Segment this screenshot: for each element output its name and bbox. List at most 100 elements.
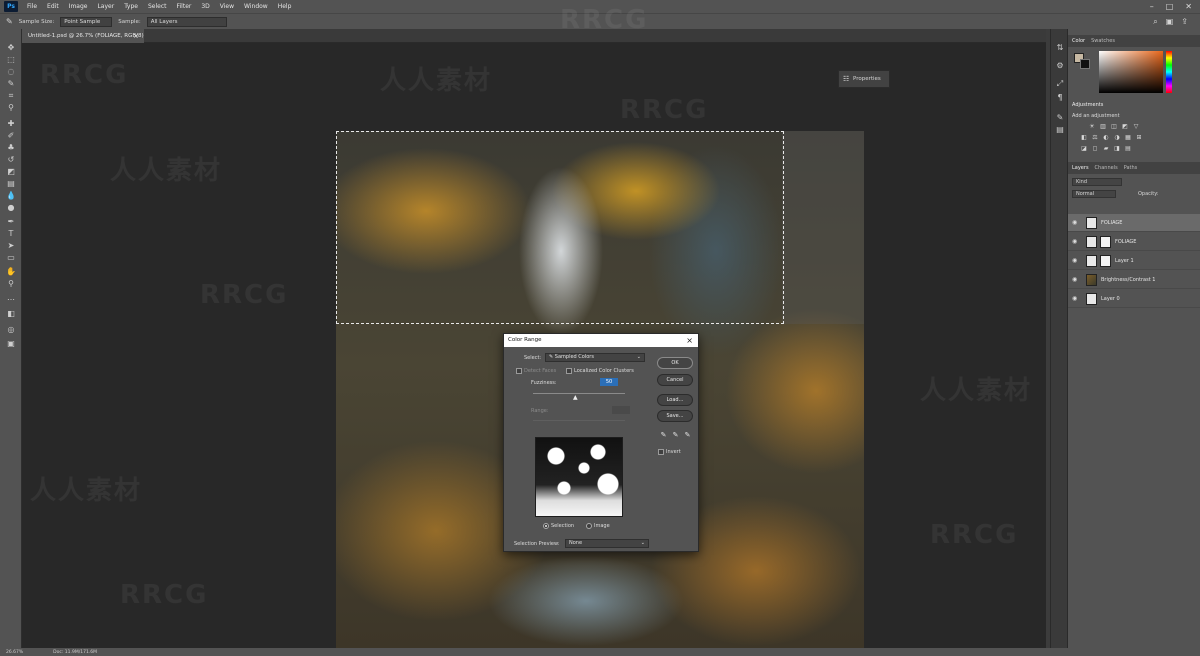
selective-color-adjustment-icon[interactable]: ◨ (1113, 145, 1121, 152)
eyedropper-icon[interactable]: ⚲ (5, 103, 17, 113)
close-icon[interactable]: × (133, 29, 139, 43)
background-color-swatch[interactable] (1080, 59, 1090, 69)
properties-collapsed-panel[interactable]: ☷ Properties (838, 70, 890, 88)
healing-brush-icon[interactable]: ✚ (5, 119, 17, 129)
share-icon[interactable]: ⇪ (1181, 17, 1188, 27)
visibility-eye-icon[interactable]: ◉ (1072, 257, 1082, 264)
channel-mixer-adjustment-icon[interactable]: ▦ (1124, 134, 1132, 141)
gradient-tool-icon[interactable]: ▤ (5, 179, 17, 189)
layer-row[interactable]: ◉ Brightness/Contrast 1 (1068, 271, 1200, 289)
photo-filter-adjustment-icon[interactable]: ◑ (1113, 134, 1121, 141)
pen-tool-icon[interactable]: ✒ (5, 217, 17, 227)
libraries-icon[interactable]: ▤ (1055, 125, 1065, 135)
hand-tool-icon[interactable]: ✋ (5, 267, 17, 277)
lasso-tool-icon[interactable]: ◌ (5, 67, 17, 77)
color-field[interactable] (1099, 51, 1163, 93)
tab-channels[interactable]: Channels (1095, 165, 1118, 171)
eyedropper-minus-icon[interactable]: ✎ (683, 431, 692, 440)
fuzziness-slider-handle[interactable]: ▲ (573, 394, 578, 401)
cancel-button[interactable]: Cancel (657, 374, 693, 386)
minimize-icon[interactable]: – (1150, 2, 1154, 11)
blend-mode-select[interactable]: Normal (1072, 190, 1116, 198)
image-radio[interactable] (586, 523, 592, 529)
rectangle-tool-icon[interactable]: ▭ (5, 253, 17, 263)
hue-saturation-adjustment-icon[interactable]: ◧ (1080, 134, 1088, 141)
hue-slider[interactable] (1166, 51, 1172, 93)
blur-tool-icon[interactable]: 💧 (5, 191, 17, 201)
layer-row[interactable]: ◉ FOLIAGE (1068, 233, 1200, 251)
color-balance-adjustment-icon[interactable]: ⚖ (1091, 134, 1099, 141)
menu-view[interactable]: View (215, 3, 239, 10)
tab-layers[interactable]: Layers (1072, 165, 1089, 171)
threshold-adjustment-icon[interactable]: ▰ (1102, 145, 1110, 152)
move-tool-icon[interactable]: ✥ (5, 43, 17, 53)
paragraph-icon[interactable]: ¶ (1055, 93, 1065, 103)
history-icon[interactable]: ⇅ (1055, 43, 1065, 53)
levels-adjustment-icon[interactable]: ▥ (1099, 123, 1107, 130)
vibrance-adjustment-icon[interactable]: ▽ (1132, 123, 1140, 130)
eyedropper-icon[interactable]: ✎ (659, 431, 668, 440)
dodge-tool-icon[interactable]: ● (5, 203, 17, 213)
menu-layer[interactable]: Layer (92, 3, 119, 10)
invert-adjustment-icon[interactable]: ◪ (1080, 145, 1088, 152)
tab-color[interactable]: Color (1072, 38, 1085, 44)
dialog-title-bar[interactable]: Color Range × (504, 334, 698, 347)
marquee-tool-icon[interactable]: ⬚ (5, 55, 17, 65)
menu-3d[interactable]: 3D (196, 3, 214, 10)
visibility-eye-icon[interactable]: ◉ (1072, 295, 1082, 302)
load-button[interactable]: Load... (657, 394, 693, 406)
sample-size-select[interactable]: Point Sample (60, 16, 113, 27)
close-icon[interactable]: × (686, 334, 693, 347)
localized-clusters-checkbox[interactable] (566, 368, 572, 374)
path-select-icon[interactable]: ➤ (5, 241, 17, 251)
menu-edit[interactable]: Edit (42, 3, 64, 10)
save-button[interactable]: Save... (657, 410, 693, 422)
visibility-eye-icon[interactable]: ◉ (1072, 238, 1082, 245)
menu-window[interactable]: Window (239, 3, 273, 10)
type-tool-icon[interactable]: T (5, 229, 17, 239)
history-brush-icon[interactable]: ↺ (5, 155, 17, 165)
eyedropper-plus-icon[interactable]: ✎ (671, 431, 680, 440)
visibility-eye-icon[interactable]: ◉ (1072, 219, 1082, 226)
selection-preview-dropdown[interactable]: None ⌄ (565, 539, 649, 548)
workspace-icon[interactable]: ▣ (1166, 17, 1174, 27)
selection-preview-thumbnail[interactable] (535, 437, 623, 517)
ok-button[interactable]: OK (657, 357, 693, 369)
zoom-tool-icon[interactable]: ⚲ (5, 279, 17, 289)
menu-help[interactable]: Help (273, 3, 297, 10)
eyedropper-tool-icon[interactable]: ✎ (6, 17, 13, 26)
select-dropdown[interactable]: ✎ Sampled Colors ⌄ (545, 353, 645, 362)
quick-select-tool-icon[interactable]: ✎ (5, 79, 17, 89)
brushes-icon[interactable]: ✎ (1055, 113, 1065, 123)
fg-bg-colors-icon[interactable]: ◧ (5, 309, 17, 319)
visibility-eye-icon[interactable]: ◉ (1072, 276, 1082, 283)
eraser-tool-icon[interactable]: ◩ (5, 167, 17, 177)
black-white-adjustment-icon[interactable]: ◐ (1102, 134, 1110, 141)
tab-swatches[interactable]: Swatches (1091, 38, 1115, 44)
menu-image[interactable]: Image (64, 3, 93, 10)
detect-faces-checkbox[interactable] (516, 368, 522, 374)
posterize-adjustment-icon[interactable]: ◻ (1091, 145, 1099, 152)
gradient-map-adjustment-icon[interactable]: ▤ (1124, 145, 1132, 152)
menu-file[interactable]: File (22, 3, 42, 10)
actions-icon[interactable]: ⤢ (1055, 79, 1065, 89)
layer-row[interactable]: ◉ Layer 0 (1068, 290, 1200, 308)
menu-filter[interactable]: Filter (172, 3, 197, 10)
zoom-level[interactable]: 26.67% (6, 650, 23, 655)
navigator-icon[interactable]: ⚙ (1055, 61, 1065, 71)
color-lookup-adjustment-icon[interactable]: ⊞ (1135, 134, 1143, 141)
layer-kind-filter[interactable]: Kind (1072, 178, 1122, 186)
screen-mode-icon[interactable]: ▣ (5, 339, 17, 349)
invert-checkbox[interactable] (658, 449, 664, 455)
brightness-adjustment-icon[interactable]: ☀ (1088, 123, 1096, 130)
selection-radio[interactable] (543, 523, 549, 529)
maximize-icon[interactable]: □ (1166, 2, 1174, 11)
tab-paths[interactable]: Paths (1124, 165, 1138, 171)
exposure-adjustment-icon[interactable]: ◩ (1121, 123, 1129, 130)
sample-select[interactable]: All Layers (146, 16, 227, 27)
crop-tool-icon[interactable]: ⌗ (5, 91, 17, 101)
layer-row[interactable]: ◉ FOLIAGE (1068, 214, 1200, 232)
clone-stamp-icon[interactable]: ♣ (5, 143, 17, 153)
quick-mask-icon[interactable]: ◎ (5, 325, 17, 335)
curves-adjustment-icon[interactable]: ◫ (1110, 123, 1118, 130)
